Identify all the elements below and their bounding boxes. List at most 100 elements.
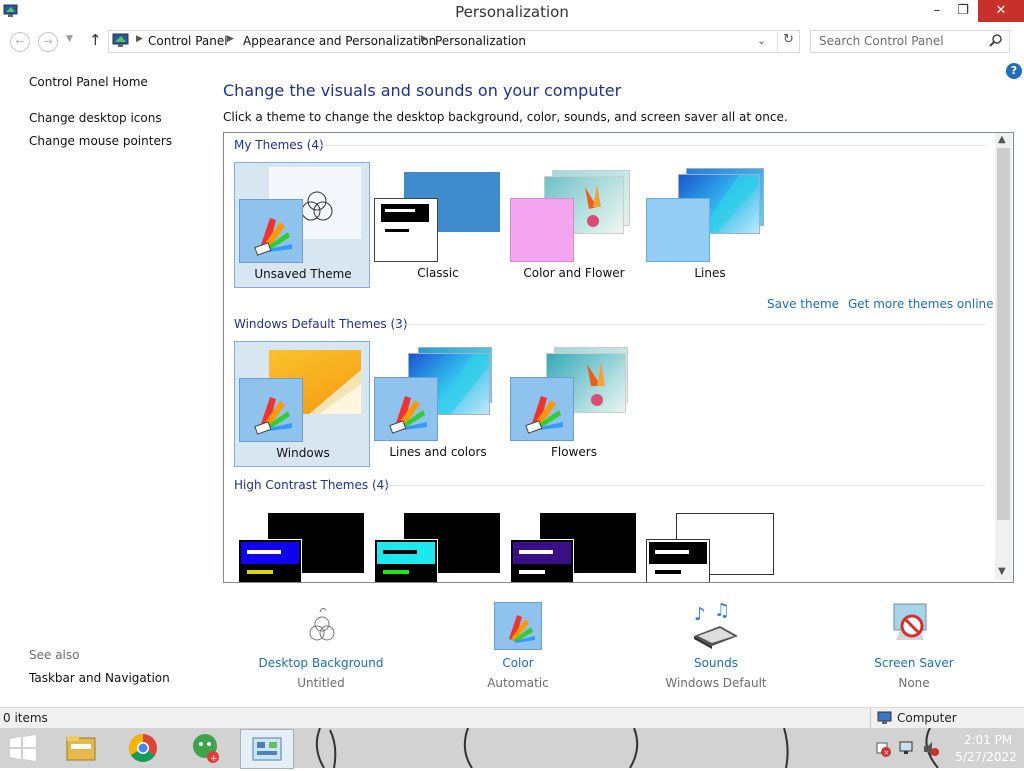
screen-saver-icon [890,602,934,651]
file-explorer-icon[interactable] [58,730,104,766]
contrast-themes-header: High Contrast Themes (4) [234,478,389,492]
theme-classic[interactable]: Classic [370,162,504,286]
theme-high-contrast-2[interactable] [370,503,504,582]
theme-high-contrast-black[interactable] [506,503,640,582]
restore-button[interactable]: ❐ [948,0,978,22]
back-button[interactable]: ← [10,32,30,52]
tray-volume-icon[interactable] [922,740,940,761]
search-icon[interactable] [989,33,1003,50]
group-divider [320,145,985,146]
scrollbar-thumb[interactable] [997,148,1010,520]
theme-lines[interactable]: Lines [642,162,776,286]
sounds-label[interactable]: Sounds [656,656,776,670]
theme-preview-window [646,539,710,582]
search-box[interactable]: Search Control Panel [810,30,1010,53]
theme-lines-and-colors[interactable]: Lines and colors [370,341,504,465]
color-palette-icon [374,377,438,441]
page-heading: Change the visuals and sounds on your co… [223,81,622,100]
control-panel-icon [112,33,130,51]
scroll-up-icon[interactable]: ▲ [998,134,1006,145]
svg-text:♪: ♪ [694,604,706,625]
color-label[interactable]: Color [458,656,578,670]
group-divider [394,324,985,325]
theme-unsaved[interactable]: Unsaved Theme [234,162,370,288]
theme-label: Flowers [551,445,597,459]
tray-flag-icon[interactable]: ✕ [874,740,892,761]
control-panel-home-link[interactable]: Control Panel Home [29,75,148,89]
default-themes-header: Windows Default Themes (3) [234,317,408,331]
theme-label: Lines and colors [389,445,487,459]
screen-saver-label[interactable]: Screen Saver [854,656,974,670]
close-button[interactable]: ✕ [978,0,1024,22]
theme-label: Classic [417,266,459,280]
my-themes-header: My Themes (4) [234,138,324,152]
title-bar: Personalization – ❐ ✕ [0,0,1024,24]
refresh-icon[interactable]: ↻ [777,32,799,51]
chrome-icon[interactable] [120,730,166,766]
desktop-background-item[interactable]: Desktop Background Untitled [256,600,386,692]
change-desktop-icons-link[interactable]: Change desktop icons [29,111,162,125]
sounds-icon: ♪ ♫ [690,600,742,653]
theme-list[interactable]: My Themes (4) Unsaved Theme Classic Colo… [223,132,1014,583]
window-title: Personalization [455,3,569,21]
recent-locations-chevron-icon[interactable]: ▼ [66,34,73,44]
control-panel-taskbar-icon[interactable] [240,729,294,769]
address-dropdown-chevron-icon[interactable]: ⌄ [757,34,766,47]
help-icon[interactable]: ? [1006,63,1022,79]
clock-time[interactable]: 2:01 PM [958,733,1018,747]
theme-label: Windows [276,446,330,460]
status-bar: 0 items Computer [0,707,1024,729]
breadcrumb-separator-icon[interactable]: ▶ [136,34,143,44]
color-palette-icon [494,602,542,650]
see-also-header: See also [29,648,80,662]
theme-high-contrast-white[interactable] [642,503,776,582]
color-item[interactable]: Color Automatic [458,600,578,692]
color-palette-icon [510,377,574,441]
theme-label: Lines [694,266,726,280]
clock-date[interactable]: 5/27/2022 [952,750,1020,764]
save-theme-link[interactable]: Save theme [767,297,839,311]
sounds-value: Windows Default [665,676,767,690]
svg-text:+: + [210,754,218,764]
desktop-background-label[interactable]: Desktop Background [256,656,386,670]
location-label: Computer [897,711,957,725]
color-palette-icon [239,378,303,442]
breadcrumb-appearance[interactable]: Appearance and Personalization [243,34,436,48]
desktop-background-icon [304,604,340,647]
start-button[interactable] [8,734,38,762]
taskbar-and-navigation-link[interactable]: Taskbar and Navigation [29,671,170,685]
breadcrumb-separator-icon[interactable]: ▶ [421,34,428,44]
theme-preview-window [646,198,710,262]
address-bar[interactable]: ▶ Control Panel ▶ Appearance and Persona… [108,30,800,53]
theme-windows[interactable]: Windows [234,341,370,467]
tray-network-icon[interactable] [898,740,916,761]
svg-text:✕: ✕ [884,749,890,757]
screen-saver-item[interactable]: Screen Saver None [854,600,974,692]
theme-preview-window [374,539,438,582]
color-palette-icon [239,199,303,263]
sounds-item[interactable]: ♪ ♫ Sounds Windows Default [656,600,776,692]
breadcrumb-personalization[interactable]: Personalization [435,34,526,48]
change-mouse-pointers-link[interactable]: Change mouse pointers [29,134,172,148]
theme-color-and-flower[interactable]: Color and Flower [506,162,640,286]
breadcrumb-separator-icon[interactable]: ▶ [227,34,234,44]
theme-label: Unsaved Theme [254,267,352,281]
status-divider [870,708,871,729]
up-button[interactable]: ↑ [89,31,102,49]
get-more-themes-link[interactable]: Get more themes online [848,297,994,311]
group-divider [382,485,985,486]
color-value: Automatic [487,676,549,690]
theme-high-contrast-1[interactable] [234,503,368,582]
breadcrumb-control-panel[interactable]: Control Panel [148,34,228,48]
theme-preview-window [374,198,438,262]
desktop-background-value: Untitled [297,676,345,690]
user-app-icon[interactable]: + [182,730,228,766]
search-input[interactable]: Search Control Panel [819,34,944,48]
item-count: 0 items [3,711,48,725]
theme-flowers[interactable]: Flowers [506,341,640,465]
theme-preview-window [510,539,574,582]
theme-preview-window [238,539,302,582]
scroll-down-icon[interactable]: ▼ [998,566,1006,577]
forward-button[interactable]: → [38,32,58,52]
theme-label: Color and Flower [523,266,625,280]
